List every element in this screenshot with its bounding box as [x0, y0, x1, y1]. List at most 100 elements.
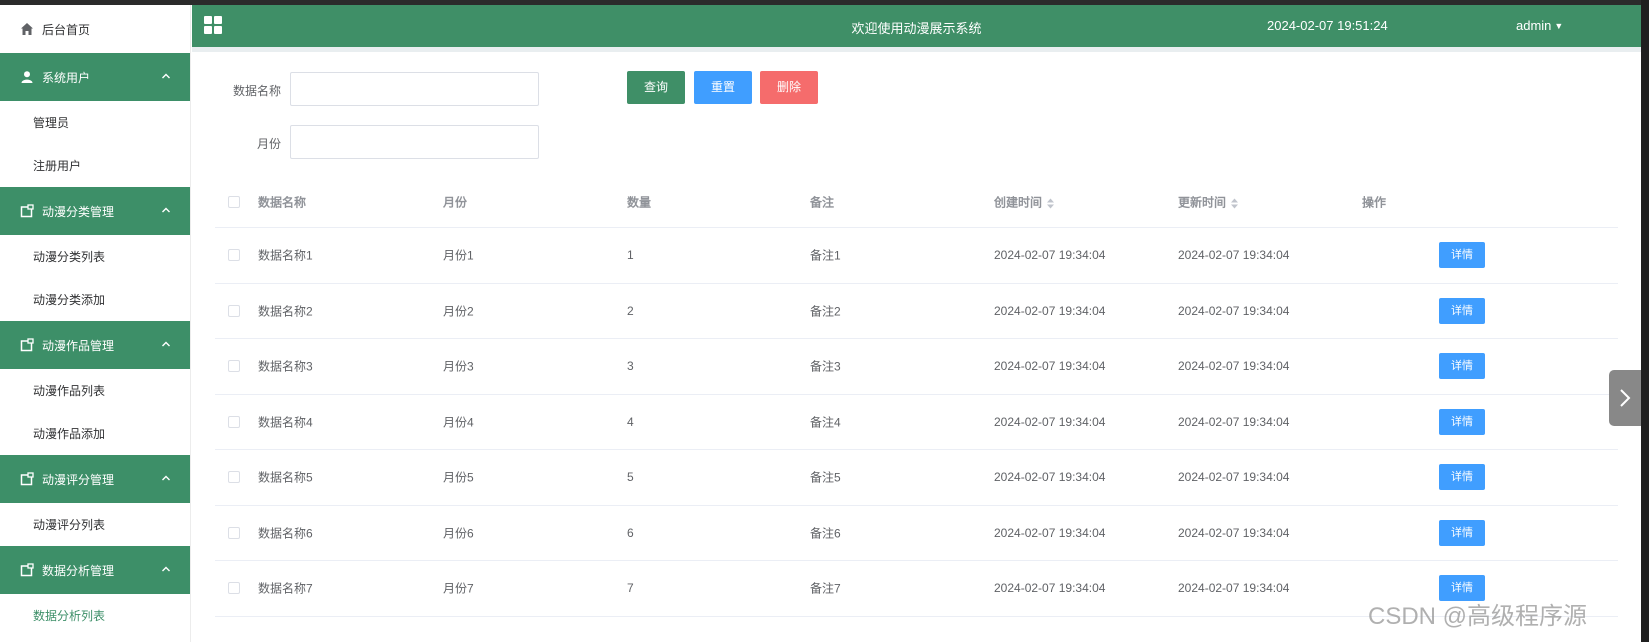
month-label: 月份: [256, 137, 281, 151]
sidebar-item-label: 后台首页: [42, 22, 91, 37]
column-header-label: 更新时间: [1178, 195, 1227, 209]
sidebar-subitem[interactable]: 注册用户: [0, 144, 190, 187]
table-cell: 月份2: [443, 304, 474, 319]
select-all-checkbox[interactable]: [228, 195, 240, 208]
table-cell: 数据名称7: [258, 581, 313, 596]
table-cell: 7: [627, 581, 634, 596]
header-shadow: [192, 47, 1641, 52]
chevron-up-icon: [162, 207, 170, 213]
delete-button[interactable]: 删除: [760, 71, 818, 104]
column-header-label: 月份: [443, 195, 468, 209]
sort-icon[interactable]: [1231, 198, 1239, 208]
query-button[interactable]: 查询: [627, 71, 685, 104]
sidebar-subitem[interactable]: 数据分析列表: [0, 594, 190, 637]
watermark: CSDN @高级程序源: [1368, 603, 1588, 630]
table-row: 数据名称5 月份5 5 备注5 2024-02-07 19:34:04 2024-02-0…: [215, 450, 1618, 506]
sidebar-group-label: 系统用户: [42, 70, 91, 85]
table-cell: 2: [627, 303, 634, 318]
name-input[interactable]: [290, 72, 539, 106]
app-window: 后台首页 系统用户管理员 注册用户 动漫分类管理 动漫分类列表 动漫分类添加动漫作品管理…: [0, 0, 1649, 642]
sidebar-subitem[interactable]: 管理员: [0, 101, 190, 144]
top-header: 欢迎使用动漫展示系统 2024-02-07 19:51:24 admin ▼: [192, 5, 1641, 47]
column-header: 数据名称: [258, 193, 306, 210]
table-cell: 备注4: [810, 415, 841, 430]
column-header[interactable]: 更新时间: [1178, 193, 1239, 210]
table-cell: 2024-02-07 19:34:04: [994, 581, 1106, 596]
table-cell: 数据名称3: [258, 359, 313, 374]
detail-button[interactable]: 详情: [1439, 464, 1485, 491]
sidebar-subitem[interactable]: 动漫作品列表: [0, 369, 190, 412]
sidebar-group[interactable]: 数据分析管理: [0, 546, 190, 594]
chevron-down-icon: ▼: [1554, 21, 1564, 31]
detail-button[interactable]: 详情: [1439, 353, 1485, 380]
table-cell: 3: [627, 359, 634, 374]
sidebar-subitem[interactable]: 动漫分类列表: [0, 235, 190, 278]
table-cell: 2024-02-07 19:34:04: [994, 248, 1106, 263]
sidebar-subitem[interactable]: 动漫作品添加: [0, 412, 190, 455]
detail-button[interactable]: 详情: [1439, 519, 1485, 546]
sidebar-menu: 系统用户管理员 注册用户 动漫分类管理 动漫分类列表 动漫分类添加动漫作品管理动漫作品列…: [0, 53, 190, 637]
table-cell: 2024-02-07 19:34:04: [994, 470, 1106, 485]
table-cell: 月份5: [443, 470, 474, 485]
folder-icon: [20, 338, 34, 352]
data-table: 数据名称 月份 数量 备注 创建时间 更新时间 操作 数据名称1 月份1 1 备注1 2024-02-…: [215, 176, 1618, 617]
column-header-label: 备注: [810, 195, 835, 209]
column-header: 操作: [1362, 193, 1386, 210]
column-header[interactable]: 创建时间: [994, 193, 1055, 210]
sidebar: 后台首页 系统用户管理员 注册用户 动漫分类管理 动漫分类列表 动漫分类添加动漫作品管理…: [0, 5, 191, 642]
row-checkbox[interactable]: [228, 249, 240, 262]
column-header-label: 数据名称: [258, 195, 307, 209]
table-cell: 2024-02-07 19:34:04: [1178, 581, 1290, 596]
table-cell: 备注7: [810, 581, 841, 596]
table-cell: 6: [627, 525, 634, 540]
sidebar-group[interactable]: 动漫作品管理: [0, 321, 190, 369]
chevron-up-icon: [162, 73, 170, 79]
reset-button[interactable]: 重置: [694, 71, 752, 104]
sidebar-item-home[interactable]: 后台首页: [0, 5, 190, 53]
table-cell: 数据名称2: [258, 304, 313, 319]
table-cell: 2024-02-07 19:34:04: [1178, 470, 1290, 485]
sidebar-group[interactable]: 动漫评分管理: [0, 455, 190, 503]
row-checkbox[interactable]: [228, 582, 240, 595]
sidebar-group[interactable]: 动漫分类管理: [0, 187, 190, 235]
side-expand-tab[interactable]: [1609, 370, 1641, 426]
detail-button[interactable]: 详情: [1439, 297, 1485, 324]
table-header-row: 数据名称 月份 数量 备注 创建时间 更新时间 操作: [215, 176, 1618, 228]
chevron-up-icon: [162, 566, 170, 572]
row-checkbox[interactable]: [228, 471, 240, 484]
sidebar-subitem[interactable]: 动漫评分列表: [0, 503, 190, 546]
table-cell: 2024-02-07 19:34:04: [1178, 525, 1290, 540]
column-header-label: 数量: [627, 195, 652, 209]
row-checkbox[interactable]: [228, 526, 240, 539]
user-menu[interactable]: admin ▼: [1516, 18, 1563, 33]
sidebar-group[interactable]: 系统用户: [0, 53, 190, 101]
header-title: 欢迎使用动漫展示系统: [851, 21, 982, 36]
detail-button[interactable]: 详情: [1439, 408, 1485, 435]
row-checkbox[interactable]: [228, 360, 240, 373]
user-icon: [21, 71, 33, 83]
column-header: 月份: [443, 193, 467, 210]
table-cell: 备注6: [810, 526, 841, 541]
table-cell: 月份6: [443, 526, 474, 541]
home-icon: [21, 23, 33, 35]
table-cell: 月份7: [443, 581, 474, 596]
folder-icon: [20, 563, 34, 577]
chevron-up-icon: [162, 475, 170, 481]
sort-icon[interactable]: [1047, 198, 1055, 208]
detail-button[interactable]: 详情: [1439, 242, 1485, 269]
table-cell: 备注2: [810, 304, 841, 319]
table-cell: 数据名称4: [258, 415, 313, 430]
sidebar-subitem[interactable]: 动漫分类添加: [0, 278, 190, 321]
row-checkbox[interactable]: [228, 415, 240, 428]
table-cell: 2024-02-07 19:34:04: [994, 414, 1106, 429]
sidebar-group-label: 动漫作品管理: [42, 338, 115, 353]
row-checkbox[interactable]: [228, 304, 240, 317]
table-cell: 2024-02-07 19:34:04: [1178, 303, 1290, 318]
table-cell: 4: [627, 414, 634, 429]
chevron-right-icon: [1620, 389, 1631, 407]
table-cell: 5: [627, 470, 634, 485]
column-header: 备注: [810, 193, 834, 210]
table-cell: 数据名称1: [258, 248, 313, 263]
table-cell: 月份4: [443, 415, 474, 430]
month-input[interactable]: [290, 125, 539, 159]
